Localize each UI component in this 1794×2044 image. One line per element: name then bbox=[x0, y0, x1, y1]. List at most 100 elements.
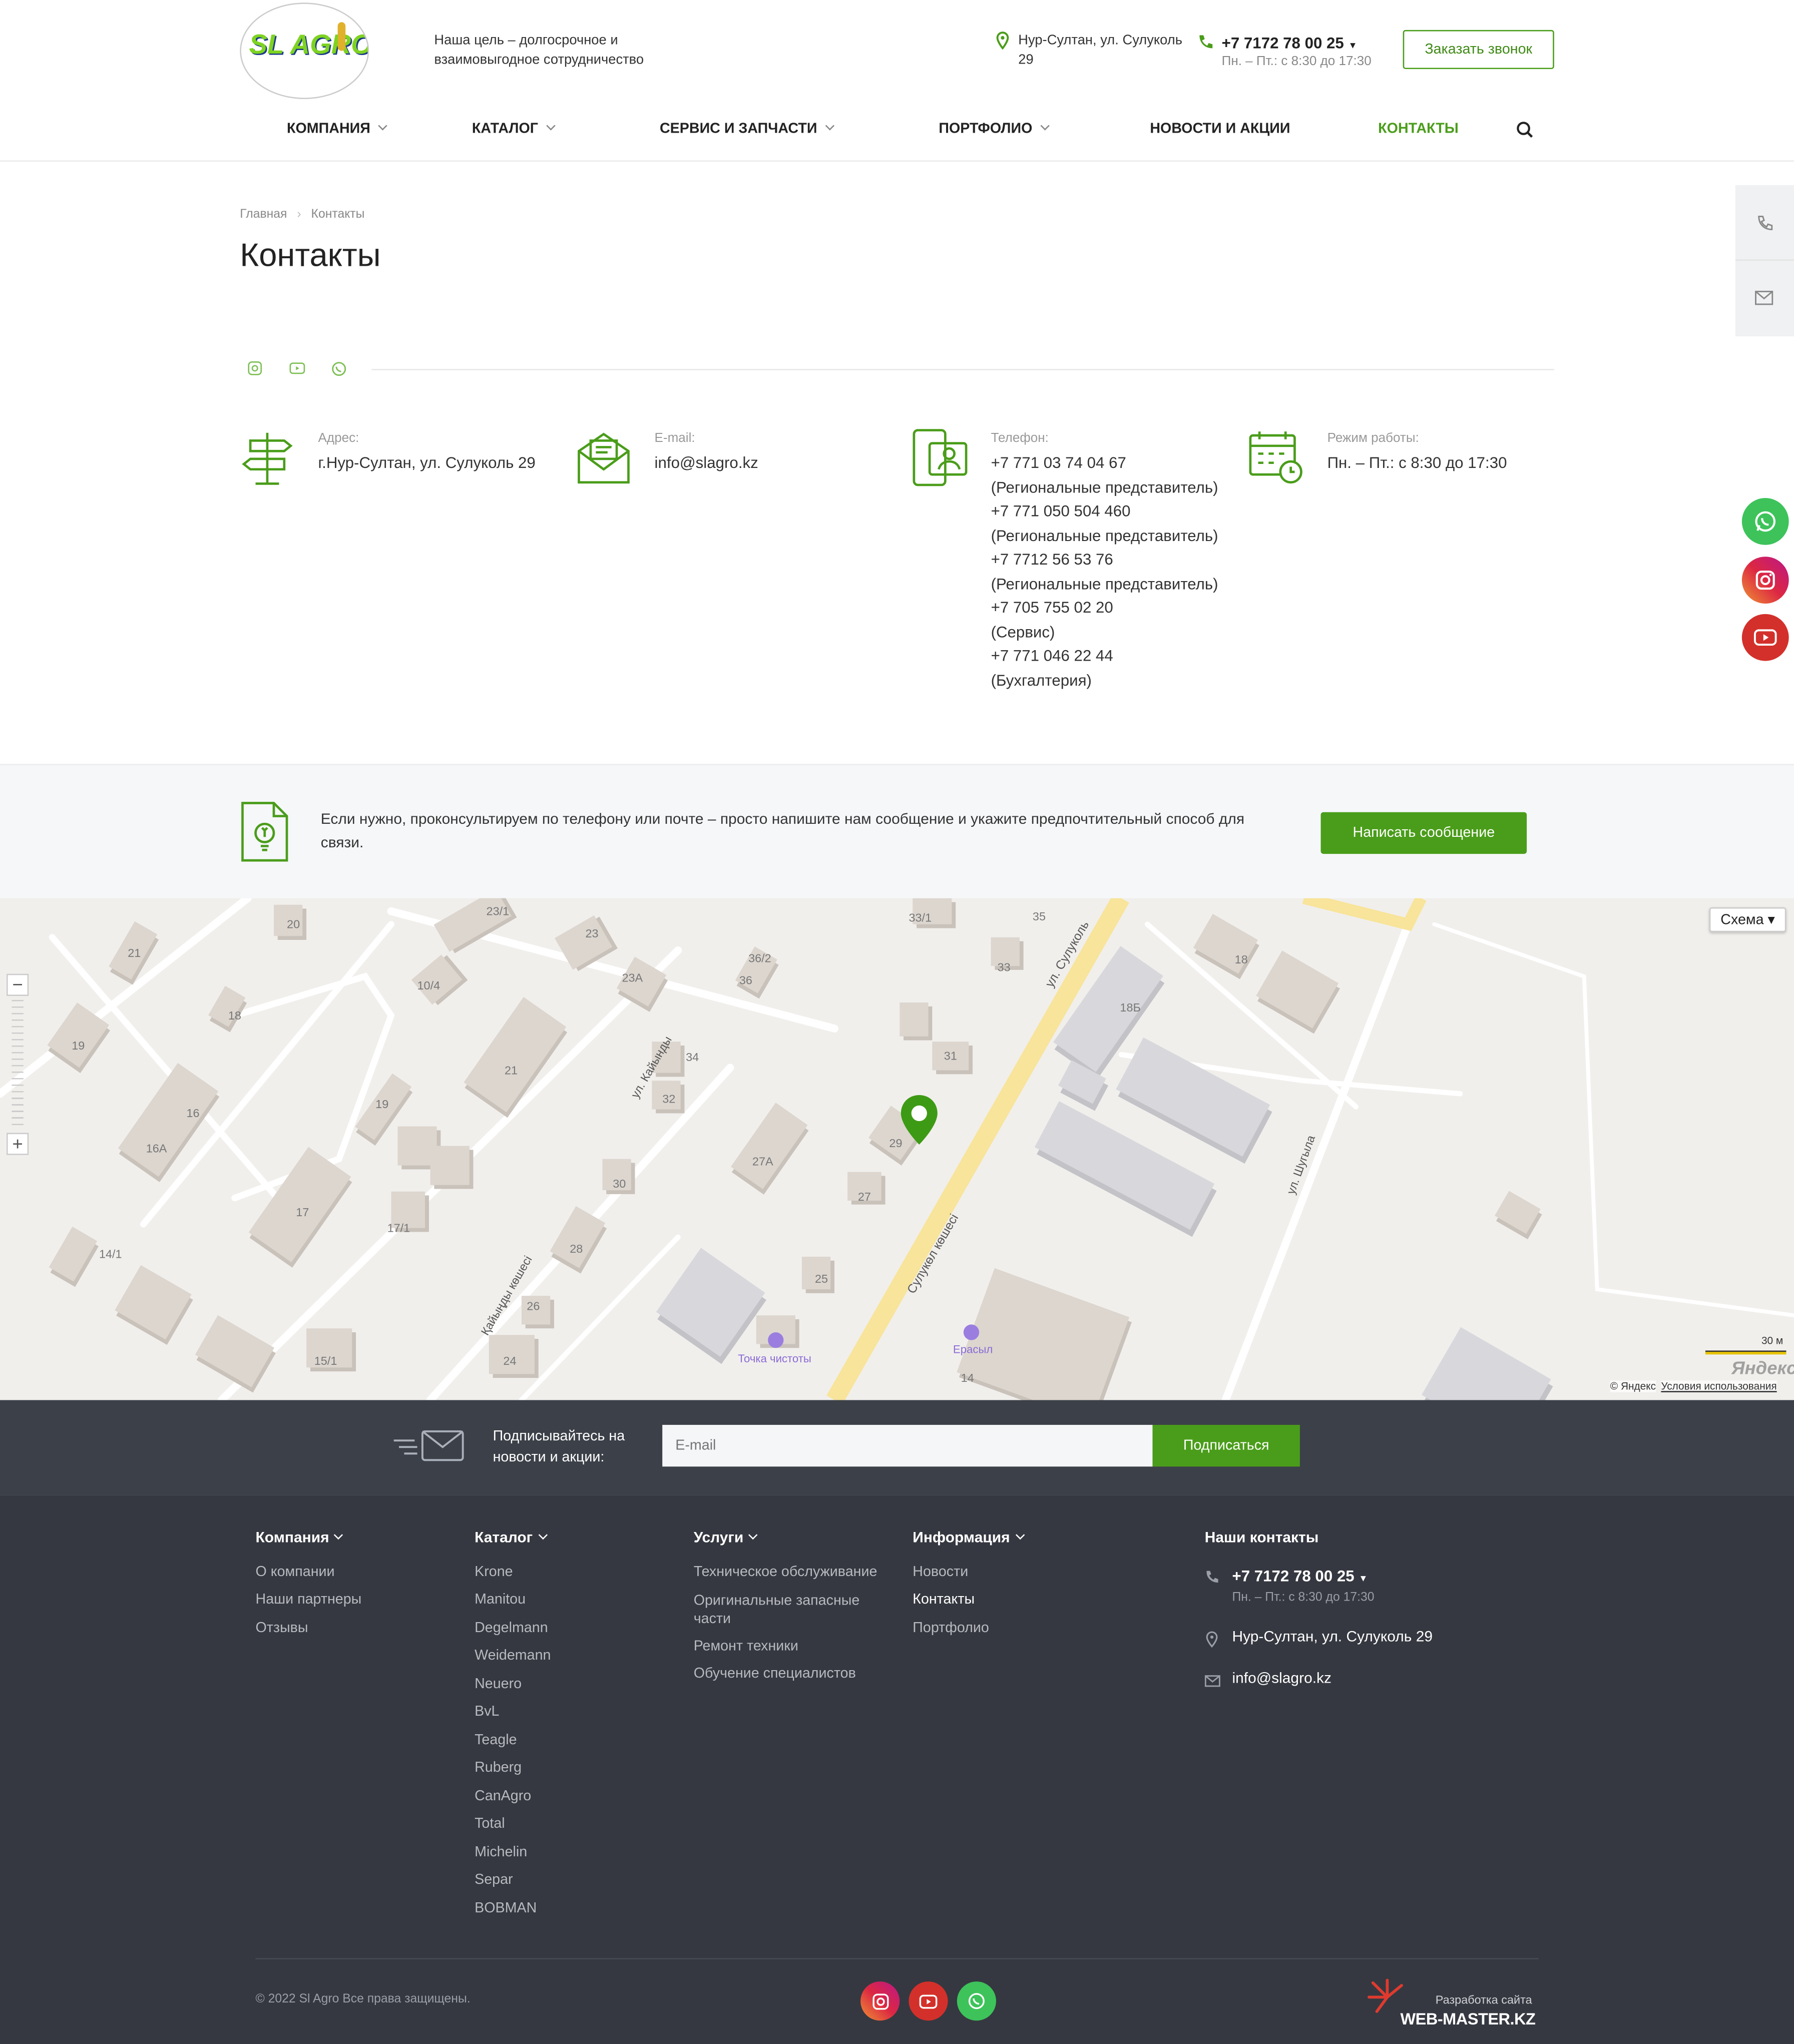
float-youtube-button[interactable] bbox=[1741, 614, 1789, 661]
nav-company[interactable]: КОМПАНИЯ bbox=[287, 121, 387, 137]
footer-link[interactable]: Michelin bbox=[475, 1845, 527, 1860]
callback-button[interactable]: Заказать звонок bbox=[1403, 30, 1554, 70]
write-message-button[interactable]: Написать сообщение bbox=[1320, 812, 1527, 854]
phone-note: (Бухгалтерия) bbox=[991, 671, 1092, 689]
footer-info-title[interactable]: Информация bbox=[913, 1530, 1025, 1546]
house-number: 19 bbox=[72, 1039, 85, 1052]
house-number: 16A bbox=[146, 1142, 167, 1155]
footer-link[interactable]: О компании bbox=[256, 1565, 335, 1580]
footer-link[interactable]: Degelmann bbox=[475, 1621, 548, 1636]
footer-link[interactable]: Портфолио bbox=[913, 1621, 989, 1636]
instagram-icon[interactable] bbox=[248, 361, 262, 376]
phone-number[interactable]: +7 771 03 74 04 67 bbox=[991, 451, 1218, 475]
nav-portfolio[interactable]: ПОРТФОЛИО bbox=[939, 121, 1050, 137]
footer-link[interactable]: BvL bbox=[475, 1704, 499, 1719]
subscribe-bar: Подписывайтесь на новости и акции: Подпи… bbox=[0, 1400, 1794, 1495]
footer-link[interactable]: Weidemann bbox=[475, 1648, 551, 1663]
house-number: 35 bbox=[1032, 910, 1046, 923]
footer-link[interactable]: Отзывы bbox=[256, 1621, 308, 1636]
zoom-in-button[interactable]: + bbox=[7, 1133, 29, 1155]
footer-link[interactable]: Separ bbox=[475, 1872, 513, 1887]
footer-phone[interactable]: +7 7172 78 00 25 ▼ bbox=[1232, 1567, 1368, 1585]
header-phone[interactable]: +7 7172 78 00 25 ▼ bbox=[1222, 34, 1358, 52]
footer-link[interactable]: Krone bbox=[475, 1565, 513, 1580]
side-callback-tab[interactable] bbox=[1735, 185, 1794, 261]
zoom-slider[interactable] bbox=[12, 999, 24, 1131]
nav-service[interactable]: СЕРВИС И ЗАПЧАСТИ bbox=[660, 121, 834, 137]
nav-catalog[interactable]: КАТАЛОГ bbox=[472, 121, 556, 137]
footer-link[interactable]: Техническое обслуживание bbox=[694, 1565, 877, 1580]
poi-label[interactable]: Точка чистоты bbox=[738, 1352, 811, 1365]
phone-note: (Региональные представитель) bbox=[991, 477, 1218, 496]
side-mail-tab[interactable] bbox=[1735, 260, 1794, 337]
footer: Компания О компании Наши партнеры Отзывы… bbox=[0, 1495, 1794, 2044]
instagram-icon bbox=[1755, 571, 1775, 590]
footer-link[interactable]: BOBMAN bbox=[475, 1901, 537, 1916]
poi-label[interactable]: Ерасыл bbox=[953, 1343, 993, 1356]
nav-company-label: КОМПАНИЯ bbox=[287, 121, 370, 137]
footer-catalog-title[interactable]: Каталог bbox=[475, 1530, 547, 1547]
zoom-out-button[interactable]: − bbox=[7, 973, 29, 996]
house-number: 27 bbox=[857, 1190, 871, 1204]
footer-link[interactable]: Neuero bbox=[475, 1677, 522, 1692]
float-instagram-button[interactable] bbox=[1741, 557, 1789, 604]
footer-services-title[interactable]: Услуги bbox=[693, 1530, 758, 1547]
phone-number[interactable]: +7 771 046 22 44 bbox=[991, 644, 1218, 668]
footer-link[interactable]: Ruberg bbox=[475, 1760, 522, 1775]
breadcrumb-current: Контакты bbox=[311, 207, 365, 222]
house-number: 14/1 bbox=[99, 1247, 122, 1261]
footer-services-title-label: Услуги bbox=[693, 1530, 744, 1547]
footer-link[interactable]: Manitou bbox=[475, 1592, 526, 1607]
chevron-down-icon bbox=[1015, 1530, 1025, 1540]
footer-catalog-title-label: Каталог bbox=[475, 1530, 533, 1547]
email-link[interactable]: info@slagro.kz bbox=[655, 451, 758, 475]
nav-news[interactable]: НОВОСТИ И АКЦИИ bbox=[1150, 121, 1290, 137]
youtube-icon bbox=[919, 1994, 938, 2008]
map-copyright: © Яндекс bbox=[1610, 1380, 1656, 1392]
yandex-map[interactable]: 20 21 23/1 23 33/1 35 18 36/2 36 23A 10/… bbox=[0, 898, 1794, 1400]
house-number: 31 bbox=[944, 1049, 957, 1063]
footer-company-title-label: Компания bbox=[255, 1530, 329, 1547]
subscribe-button[interactable]: Подписаться bbox=[1152, 1424, 1300, 1467]
footer-instagram-button[interactable] bbox=[860, 1981, 900, 2021]
house-number: 14 bbox=[961, 1371, 974, 1385]
whatsapp-icon bbox=[968, 1993, 985, 2009]
footer-link[interactable]: Ремонт техники bbox=[694, 1639, 798, 1654]
phone-number[interactable]: +7 705 755 02 20 bbox=[991, 596, 1218, 620]
mail-icon bbox=[1204, 1675, 1220, 1687]
phone-number[interactable]: +7 771 050 504 460 bbox=[991, 499, 1218, 524]
whatsapp-icon[interactable] bbox=[331, 361, 347, 377]
youtube-icon[interactable] bbox=[289, 362, 305, 374]
map-terms-link[interactable]: Условия использования bbox=[1661, 1380, 1777, 1392]
phone-contact-icon bbox=[913, 429, 968, 486]
footer-link[interactable]: Новости bbox=[913, 1565, 968, 1580]
house-number: 18Б bbox=[1120, 1001, 1141, 1014]
search-icon[interactable] bbox=[1516, 121, 1533, 138]
house-number: 21 bbox=[505, 1064, 518, 1077]
footer-youtube-button[interactable] bbox=[909, 1981, 948, 2021]
footer-link[interactable]: Наши партнеры bbox=[256, 1592, 362, 1607]
footer-email[interactable]: info@slagro.kz bbox=[1232, 1671, 1331, 1687]
footer-copyright: © 2022 Sl Agro Все права защищены. bbox=[255, 1991, 471, 2006]
footer-whatsapp-button[interactable] bbox=[957, 1981, 996, 2021]
footer-company-title[interactable]: Компания bbox=[255, 1530, 344, 1547]
float-whatsapp-button[interactable] bbox=[1741, 497, 1789, 545]
footer-link[interactable]: Total bbox=[475, 1816, 505, 1831]
logo[interactable]: SL AGRO bbox=[240, 3, 369, 99]
map-marker-icon[interactable] bbox=[899, 1094, 940, 1146]
breadcrumb-home[interactable]: Главная bbox=[240, 207, 287, 222]
map-type-select[interactable]: Схема ▾ bbox=[1709, 907, 1786, 932]
chevron-down-icon bbox=[1040, 121, 1050, 131]
footer-link-active[interactable]: Контакты bbox=[913, 1592, 975, 1607]
footer-link[interactable]: CanAgro bbox=[475, 1789, 531, 1804]
developer-name[interactable]: WEB-MASTER.KZ bbox=[1400, 2010, 1535, 2028]
footer-link[interactable]: Teagle bbox=[475, 1733, 517, 1748]
header-phone-number: +7 7172 78 00 25 bbox=[1221, 34, 1344, 53]
nav-contacts[interactable]: КОНТАКТЫ bbox=[1378, 121, 1459, 137]
footer-link[interactable]: Оригинальные запасные части bbox=[694, 1592, 876, 1628]
footer-link[interactable]: Обучение специалистов bbox=[694, 1666, 856, 1682]
phone-number[interactable]: +7 7712 56 53 76 bbox=[991, 548, 1218, 572]
logo-text: SL AGRO bbox=[249, 30, 369, 60]
zoom-control: − + bbox=[7, 973, 29, 1157]
subscribe-email-input[interactable] bbox=[662, 1424, 1153, 1467]
